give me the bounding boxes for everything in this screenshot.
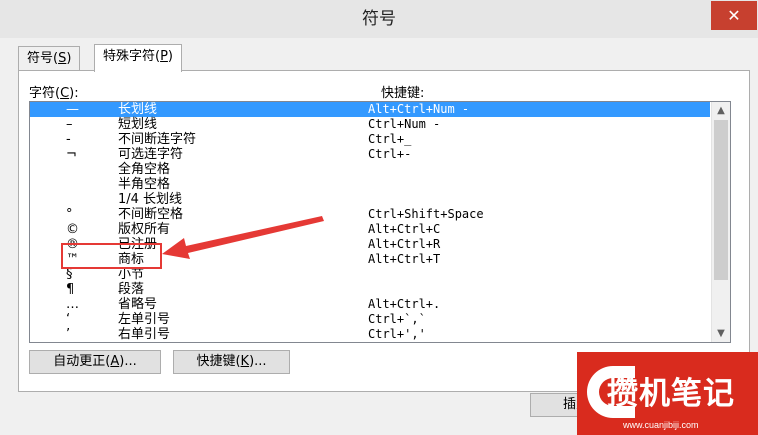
character-name: 右单引号: [118, 327, 171, 342]
list-item[interactable]: ’ 右单引号 Ctrl+',': [30, 327, 710, 342]
column-header-shortcut: 快捷键:: [381, 86, 425, 101]
character-glyph: ¶: [66, 282, 75, 297]
character-name: 1/4 长划线: [118, 192, 183, 207]
tab-label-prefix: 特殊字符(: [103, 49, 161, 64]
button-accesskey: A: [110, 354, 120, 369]
tab-label-suffix: ): [66, 51, 72, 66]
shortcut-text: Alt+Ctrl+R: [368, 237, 441, 251]
column-header-character: 字符(C):: [29, 82, 79, 101]
shortcut-text: Ctrl+`,`: [368, 312, 426, 326]
watermark: 攒机笔记 www.cuanjibiji.com: [577, 352, 758, 435]
character-name: 商标: [118, 252, 145, 267]
header-prefix: 字符(: [29, 86, 61, 101]
button-label-suffix: )...: [249, 354, 267, 369]
tab-label-prefix: 符号(: [27, 51, 59, 66]
list-item[interactable]: ‘ 左单引号 Ctrl+`,`: [30, 312, 710, 327]
title-bar: 符号 ✕: [0, 0, 758, 38]
shortcut-text: Ctrl+Num -: [368, 117, 441, 131]
character-name: 左单引号: [118, 312, 171, 327]
shortcut-text: Alt+Ctrl+T: [368, 252, 441, 266]
list-item[interactable]: ¬ 可选连字符 Ctrl+-: [30, 147, 710, 162]
character-name: 长划线: [118, 102, 158, 117]
autocorrect-button[interactable]: 自动更正(A)...: [29, 350, 161, 374]
close-button[interactable]: ✕: [711, 1, 757, 30]
shortcut-key-button[interactable]: 快捷键(K)...: [173, 350, 290, 374]
character-name: 不间断连字符: [118, 132, 197, 147]
shortcut-text: Ctrl+Shift+Space: [368, 207, 484, 221]
list-item[interactable]: … 省略号 Alt+Ctrl+.: [30, 297, 710, 312]
button-label-prefix: 快捷键(: [196, 354, 241, 369]
list-item[interactable]: ™ 商标 Alt+Ctrl+T: [30, 252, 710, 267]
character-glyph: ¬: [66, 147, 77, 162]
list-item[interactable]: — 长划线 Alt+Ctrl+Num -: [30, 102, 710, 117]
vertical-scrollbar[interactable]: ▲ ▼: [711, 102, 730, 342]
character-glyph: …: [66, 297, 79, 312]
shortcut-text: Alt+Ctrl+.: [368, 297, 441, 311]
header-suffix: ):: [69, 86, 79, 101]
character-glyph: ®: [66, 237, 79, 252]
character-glyph: ‘: [66, 312, 71, 327]
special-character-list[interactable]: — 长划线 Alt+Ctrl+Num - – 短划线 Ctrl+Num - ‑ 不间断连字符 C…: [29, 101, 731, 343]
scrollbar-thumb[interactable]: [714, 120, 728, 280]
character-glyph: ’: [66, 327, 71, 342]
list-item[interactable]: 全角空格: [30, 162, 710, 177]
character-name: 可选连字符: [118, 147, 184, 162]
list-item[interactable]: © 版权所有 Alt+Ctrl+C: [30, 222, 710, 237]
character-glyph: ©: [66, 222, 79, 237]
close-icon: ✕: [727, 6, 741, 25]
character-name: 半角空格: [118, 177, 171, 192]
character-glyph: §: [66, 267, 73, 282]
character-name: 已注册: [118, 237, 158, 252]
list-item[interactable]: 1/4 长划线: [30, 192, 710, 207]
tab-accesskey: P: [160, 49, 168, 64]
character-name: 不间断空格: [118, 207, 184, 222]
button-label-suffix: )...: [119, 354, 137, 369]
watermark-text: 攒机笔记: [607, 376, 735, 412]
shortcut-text: Ctrl+',': [368, 327, 426, 341]
character-glyph: °: [66, 207, 73, 222]
window-title: 符号: [362, 9, 396, 29]
character-glyph: —: [66, 102, 79, 117]
button-accesskey: K: [240, 354, 250, 369]
character-name: 全角空格: [118, 162, 171, 177]
shortcut-text: Ctrl+_: [368, 132, 412, 146]
tab-symbols[interactable]: 符号(S): [18, 46, 81, 71]
list-item[interactable]: ¶ 段落: [30, 282, 710, 297]
watermark-url: www.cuanjibiji.com: [623, 420, 699, 430]
shortcut-text: Alt+Ctrl+C: [368, 222, 441, 236]
shortcut-text: Ctrl+-: [368, 147, 412, 161]
character-name: 版权所有: [118, 222, 171, 237]
character-glyph: ‑: [66, 132, 71, 147]
scroll-up-icon[interactable]: ▲: [712, 102, 730, 119]
list-item[interactable]: ‑ 不间断连字符 Ctrl+_: [30, 132, 710, 147]
character-name: 省略号: [118, 297, 158, 312]
list-item[interactable]: – 短划线 Ctrl+Num -: [30, 117, 710, 132]
header-accesskey: C: [60, 86, 70, 101]
scroll-down-icon[interactable]: ▼: [712, 325, 730, 342]
character-name: 短划线: [118, 117, 158, 132]
character-glyph: ™: [66, 252, 79, 267]
tab-label-suffix: ): [167, 49, 173, 64]
character-name: 小节: [118, 267, 145, 282]
character-glyph: –: [66, 117, 73, 132]
list-item[interactable]: ° 不间断空格 Ctrl+Shift+Space: [30, 207, 710, 222]
character-name: 段落: [118, 282, 145, 297]
list-item[interactable]: 半角空格: [30, 177, 710, 192]
tab-special-characters[interactable]: 特殊字符(P): [94, 44, 182, 72]
shortcut-text: Alt+Ctrl+Num -: [368, 102, 470, 116]
button-label-prefix: 自动更正(: [53, 354, 111, 369]
list-item[interactable]: ® 已注册 Alt+Ctrl+R: [30, 237, 710, 252]
list-item[interactable]: § 小节: [30, 267, 710, 282]
